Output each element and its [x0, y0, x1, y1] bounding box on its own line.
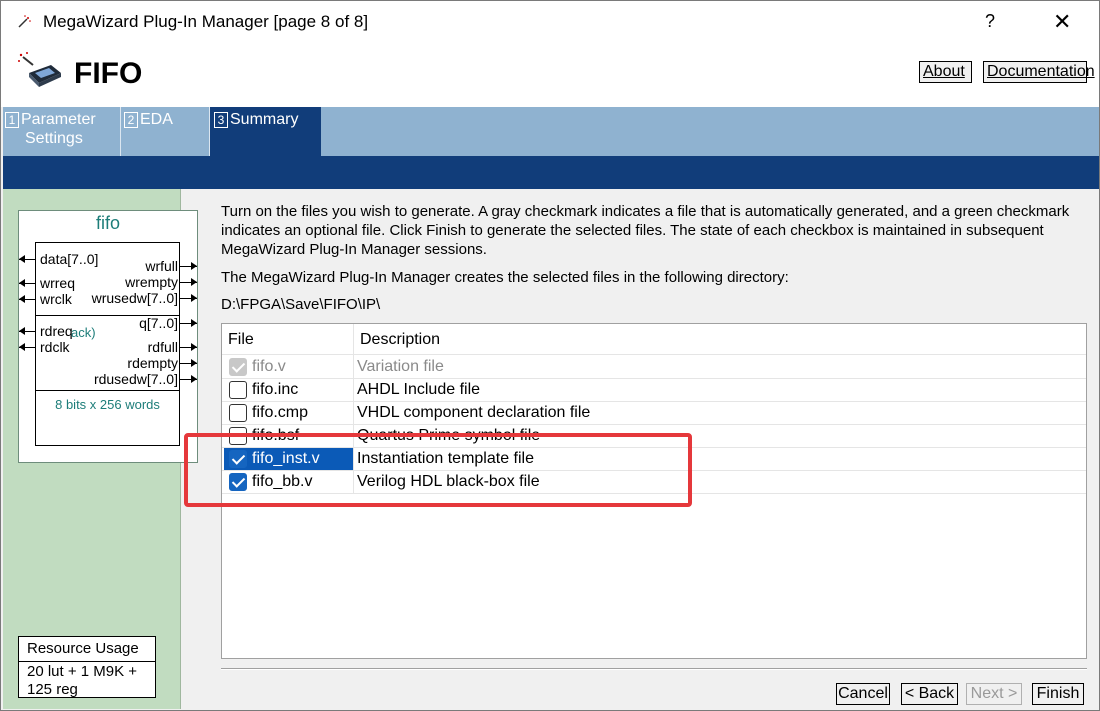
input-arrow: [19, 295, 36, 303]
cancel-button[interactable]: Cancel: [836, 683, 890, 705]
resource-usage-line: 125 reg: [27, 681, 78, 698]
file-cell: fifo.inc: [224, 379, 353, 401]
port-wrclk: wrclk: [40, 291, 72, 307]
resource-usage-box: Resource Usage 20 lut + 1 M9K + 125 reg: [18, 636, 156, 698]
finish-button[interactable]: Finish: [1032, 683, 1084, 705]
port-q: q[7..0]: [139, 315, 178, 331]
tab-label: Parameter: [21, 111, 96, 128]
tab-eda[interactable]: 2 EDA: [121, 107, 210, 156]
directory-path: D:\FPGA\Save\FIFO\IP\: [221, 296, 381, 313]
tab-number: 1: [5, 112, 19, 128]
file-checkbox[interactable]: [229, 381, 247, 399]
tab-summary[interactable]: 3 Summary: [210, 107, 321, 156]
port-wrempty: wrempty: [125, 274, 178, 290]
tab-label: Summary: [230, 111, 299, 128]
resource-usage-line: 20 lut + 1 M9K +: [27, 663, 138, 680]
symbol-name: fifo: [95, 213, 120, 233]
file-list-header: File Description: [222, 324, 1086, 355]
port-data: data[7..0]: [40, 251, 99, 267]
output-arrow: [180, 278, 197, 286]
title-bar: MegaWizard Plug-In Manager [page 8 of 8]…: [1, 1, 1099, 45]
documentation-button[interactable]: Documentation: [983, 61, 1095, 83]
file-cell: fifo.v: [224, 356, 353, 378]
file-name: fifo.v: [252, 358, 286, 375]
output-arrow: [180, 294, 197, 302]
symbol-size-note: 8 bits x 256 words: [55, 397, 160, 412]
page-title: FIFO: [74, 57, 143, 90]
page-header: FIFO About Documentation: [1, 45, 1099, 107]
port-wrfull: wrfull: [145, 258, 178, 274]
port-rdfull: rdfull: [147, 339, 178, 355]
intro-text: Turn on the files you wish to generate. …: [221, 203, 1070, 258]
port-wrusedw: wrusedw[7..0]: [91, 290, 178, 306]
about-button[interactable]: About: [919, 61, 972, 83]
port-rdreq: rdreq: [40, 323, 73, 339]
tab-label-line2: Settings: [25, 130, 83, 147]
back-button[interactable]: < Back: [901, 683, 958, 705]
output-arrow: [180, 343, 197, 351]
output-arrow: [180, 262, 197, 270]
wand-icon: [18, 15, 31, 28]
file-cell: fifo.cmp: [224, 402, 353, 424]
output-arrow: [180, 359, 197, 367]
file-name: fifo.inc: [252, 381, 299, 398]
close-button[interactable]: ✕: [1053, 9, 1071, 35]
file-description: Variation file: [357, 358, 444, 375]
input-arrow: [19, 327, 36, 335]
tab-number: 3: [214, 112, 228, 128]
output-arrow: [180, 319, 197, 327]
port-rdusedw: rdusedw[7..0]: [93, 371, 178, 387]
file-row-fifo-inc[interactable]: fifo.inc AHDL Include file: [222, 379, 1086, 402]
output-arrow: [180, 375, 197, 383]
column-header-file[interactable]: File: [228, 331, 254, 349]
file-row-fifo-v[interactable]: fifo.v Variation file: [222, 356, 1086, 379]
tab-parameter-settings[interactable]: 1 Parameter Settings: [5, 107, 121, 156]
input-arrow: [19, 255, 36, 263]
megawizard-window: MegaWizard Plug-In Manager [page 8 of 8]…: [0, 0, 1100, 711]
file-checkbox[interactable]: [229, 404, 247, 422]
highlight-annotation: [184, 433, 692, 507]
column-header-description[interactable]: Description: [360, 331, 440, 349]
file-name: fifo.cmp: [252, 404, 309, 421]
bottom-divider: [221, 668, 1087, 670]
file-row-fifo-cmp[interactable]: fifo.cmp VHDL component declaration file: [222, 402, 1086, 425]
file-description: VHDL component declaration file: [357, 404, 591, 421]
tab-label: EDA: [140, 111, 173, 128]
port-wrreq: wrreq: [40, 275, 76, 291]
fifo-symbol: fifo data[7..0] wrreq wrclk rdreq rdclk …: [18, 210, 198, 463]
port-rdclk: rdclk: [40, 339, 70, 355]
input-arrow: [19, 279, 36, 287]
port-rdempty: rdempty: [127, 355, 178, 371]
resource-usage-title: Resource Usage: [19, 637, 155, 662]
input-arrow: [19, 343, 36, 351]
help-button[interactable]: ?: [985, 11, 995, 32]
tab-underline-bar: [3, 156, 1099, 189]
megafunction-chip-icon: [18, 52, 61, 87]
file-description: AHDL Include file: [357, 381, 481, 398]
ack-note: ack): [71, 325, 96, 340]
file-checkbox: [229, 358, 247, 376]
symbol-divider: [35, 390, 180, 391]
next-button[interactable]: Next >: [966, 683, 1022, 705]
tab-bar: 1 Parameter Settings 2 EDA 3 Summary: [3, 107, 1099, 156]
tab-number: 2: [124, 112, 138, 128]
window-title: MegaWizard Plug-In Manager [page 8 of 8]: [43, 12, 369, 31]
directory-label: The MegaWizard Plug-In Manager creates t…: [221, 269, 789, 286]
